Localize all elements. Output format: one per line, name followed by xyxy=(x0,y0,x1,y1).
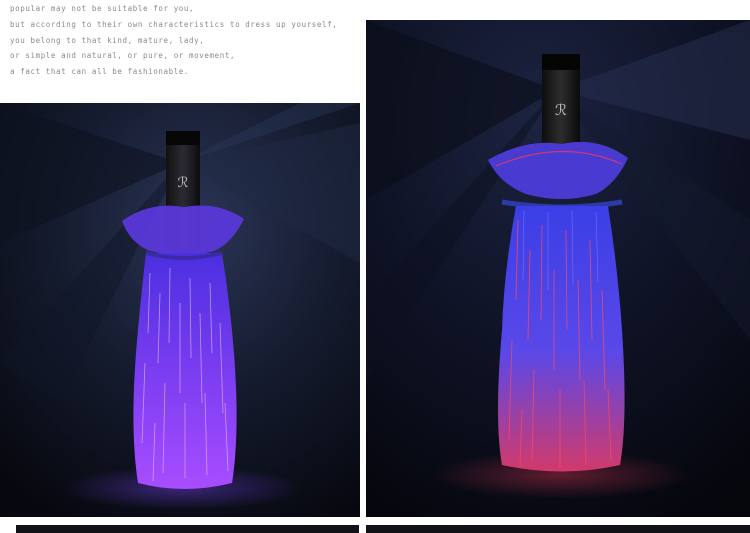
intro-line-1: popular may not be suitable for you, xyxy=(10,4,195,13)
intro-line-4: or simple and natural, or pure, or movem… xyxy=(10,51,236,61)
intro-line-2: but according to their own characteristi… xyxy=(10,19,338,29)
intro-line-3: you belong to that kind, mature, lady, xyxy=(10,35,205,45)
svg-text:ℛ: ℛ xyxy=(555,101,567,119)
intro-line-5: a fact that can all be fashionable. xyxy=(10,67,190,77)
next-photo-strip-right xyxy=(366,525,750,533)
product-photo-red-blue: ℛ xyxy=(366,20,750,517)
photo-red-blue-svg: ℛ xyxy=(366,20,750,517)
photo-purple-svg: ℛ xyxy=(0,103,360,517)
product-photo-purple: ℛ xyxy=(0,103,360,517)
intro-text-block: popular may not be suitable for you, but… xyxy=(10,0,350,80)
next-photo-strip-left xyxy=(16,525,359,533)
svg-text:ℛ: ℛ xyxy=(177,175,188,191)
